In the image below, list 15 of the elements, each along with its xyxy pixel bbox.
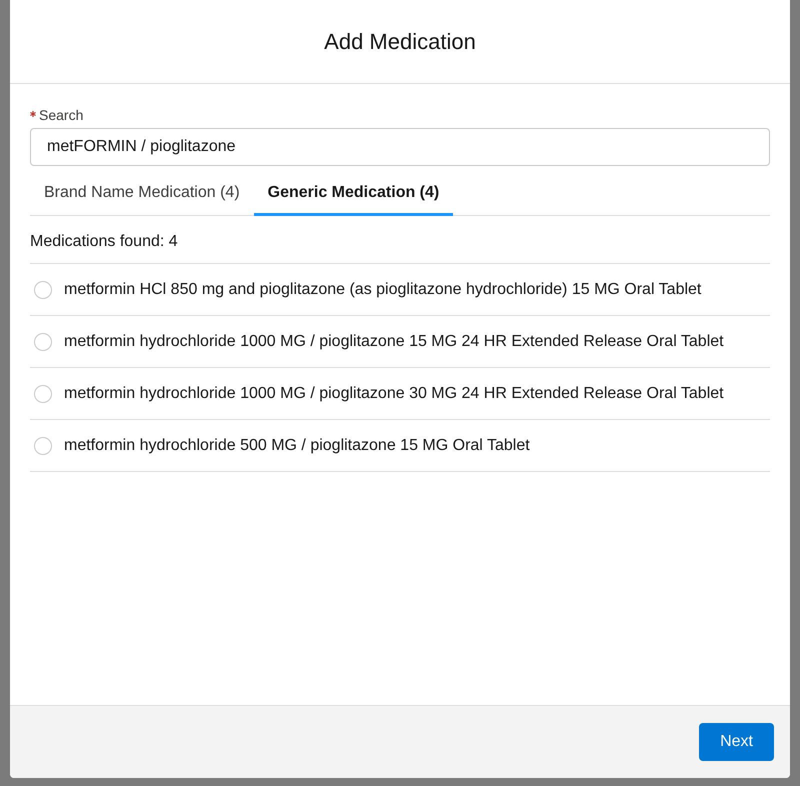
search-field[interactable]: metFORMIN / pioglitazone [30,128,770,166]
search-label: Search [39,107,84,123]
radio-button[interactable] [34,436,52,454]
radio-button[interactable] [34,280,52,298]
results-count: Medications found: 4 [30,216,770,264]
radio-button[interactable] [34,384,52,402]
radio-button[interactable] [34,332,52,350]
modal-title: Add Medication [324,28,476,54]
medication-name: metformin hydrochloride 500 MG / pioglitazone 15 MG Oral Tablet [64,436,530,454]
medication-name: metformin HCl 850 mg and pioglitazone (as pioglitazone hydrochloride) 15 MG Oral Tablet [64,280,702,298]
medication-name: metformin hydrochloride 1000 MG / pioglitazone 15 MG 24 HR Extended Release Oral Tablet [64,332,724,350]
medication-name: metformin hydrochloride 1000 MG / pioglitazone 30 MG 24 HR Extended Release Oral Tablet [64,384,724,402]
next-button[interactable]: Next [699,723,774,761]
tab[interactable]: Generic Medication (4) [254,172,454,216]
tab[interactable]: Brand Name Medication (4) [30,172,254,216]
